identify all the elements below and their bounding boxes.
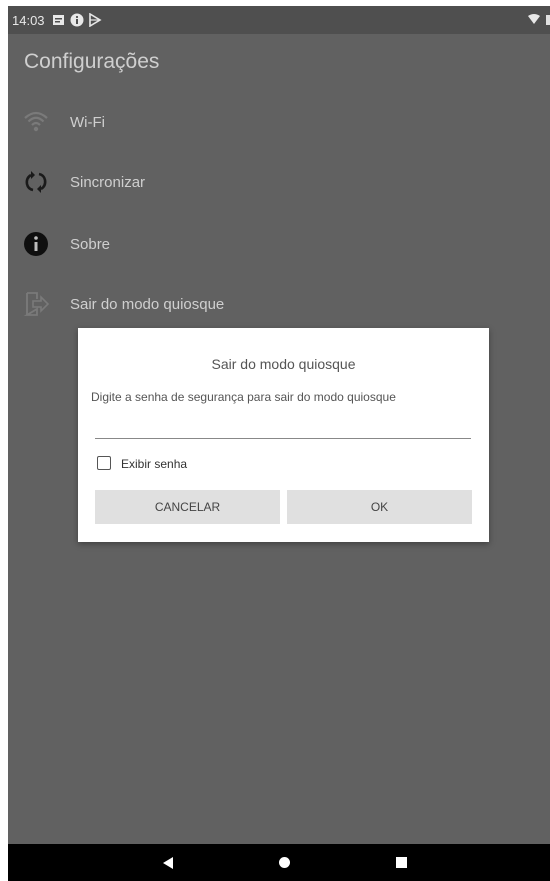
notification-icon (53, 15, 64, 25)
setting-item-sync[interactable]: Sincronizar (8, 160, 550, 204)
setting-item-label: Wi-Fi (70, 114, 105, 131)
checkbox-label: Exibir senha (121, 457, 188, 471)
exit-icon (23, 292, 50, 316)
back-icon[interactable] (163, 857, 173, 869)
navigation-bar (8, 844, 550, 881)
status-bar: 14:03 (8, 6, 550, 34)
wifi-icon (528, 14, 540, 24)
battery-icon (546, 15, 550, 25)
setting-item-label: Sincronizar (70, 174, 146, 191)
setting-item-about[interactable]: Sobre (8, 222, 550, 266)
sync-icon (25, 171, 47, 193)
home-icon[interactable] (279, 857, 290, 868)
status-time: 14:03 (12, 13, 45, 28)
password-input[interactable] (95, 422, 471, 439)
setting-item-label: Sobre (70, 236, 111, 253)
page-title: Configurações (24, 50, 160, 73)
ok-button[interactable]: OK (287, 490, 472, 524)
play-store-icon (89, 13, 102, 27)
info-icon (70, 13, 84, 27)
setting-item-exit-kiosk[interactable]: Sair do modo quiosque (8, 282, 550, 326)
cancel-button[interactable]: CANCELAR (95, 490, 280, 524)
setting-item-label: Sair do modo quiosque (70, 296, 225, 313)
wifi-icon (24, 111, 48, 132)
checkbox-box[interactable] (97, 456, 111, 470)
dialog-title: Sair do modo quiosque (211, 356, 356, 372)
info-icon (24, 232, 48, 256)
app-screen: 14:03 Configurações Wi-Fi Sincronizar So… (8, 6, 550, 881)
dialog-message: Digite a senha de segurança para sair do… (91, 390, 396, 404)
exit-kiosk-dialog: Sair do modo quiosque Digite a senha de … (78, 328, 489, 542)
setting-item-wifi[interactable]: Wi-Fi (8, 100, 550, 144)
recents-icon[interactable] (396, 857, 407, 868)
